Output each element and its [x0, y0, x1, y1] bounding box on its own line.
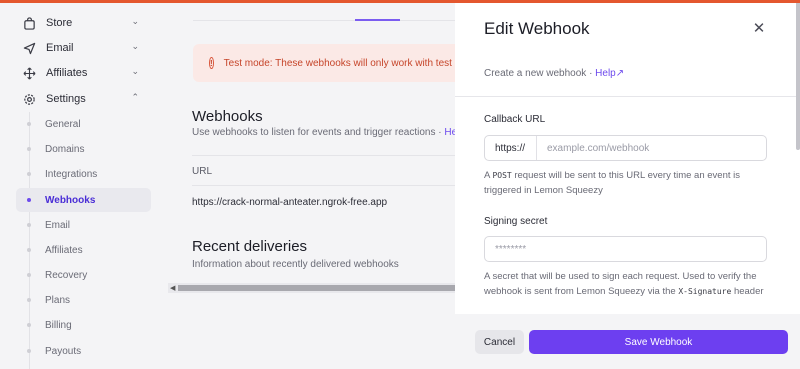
sidebar-item-label: Affiliates — [46, 67, 88, 79]
panel-title: Edit Webhook — [484, 19, 590, 38]
send-icon — [22, 41, 36, 55]
close-icon: ✕ — [752, 20, 766, 37]
sidebar-item-settings[interactable]: Settings ⌃ — [22, 88, 147, 110]
gear-icon — [22, 92, 36, 106]
url-prefix: https:// — [485, 136, 537, 160]
test-mode-alert: ! Test mode: These webhooks will only wo… — [193, 44, 455, 82]
bullet-icon — [27, 172, 31, 176]
sidebar-subitem-domains[interactable]: Domains — [16, 137, 151, 161]
bullet-icon — [27, 248, 31, 252]
chevron-down-icon: ⌄ — [131, 66, 139, 76]
bullet-icon — [27, 349, 31, 353]
sidebar-subitem-general[interactable]: General — [16, 112, 151, 136]
sidebar-subitem-integrations[interactable]: Integrations — [16, 162, 151, 186]
sidebar-item-label: Settings — [46, 93, 86, 105]
table-divider — [192, 185, 455, 186]
chevron-down-icon: ⌄ — [131, 41, 139, 51]
bullet-icon — [27, 223, 31, 227]
info-icon: ! — [209, 57, 214, 69]
edit-webhook-panel: Edit Webhook ✕ Create a new webhook · He… — [455, 0, 800, 369]
sidebar-subitem-billing[interactable]: Billing — [16, 313, 151, 337]
active-tab-indicator — [355, 19, 400, 21]
section-title-webhooks: Webhooks — [192, 108, 263, 125]
sidebar-item-store[interactable]: Store ⌄ — [22, 12, 147, 34]
main-content: ! Test mode: These webhooks will only wo… — [165, 0, 473, 369]
callback-url-input[interactable]: example.com/webhook — [537, 143, 649, 154]
section-desc-webhooks: Use webhooks to listen for events and tr… — [192, 127, 473, 138]
sidebar-subitem-email[interactable]: Email — [16, 213, 151, 237]
panel-divider — [455, 96, 800, 97]
move-icon — [22, 66, 36, 80]
signing-secret-input[interactable]: ******** — [484, 236, 767, 262]
sidebar-item-label: Store — [46, 17, 73, 29]
horizontal-scrollbar[interactable]: ◀ — [168, 283, 455, 293]
table-divider — [192, 155, 455, 156]
sidebar-item-label: Email — [46, 42, 74, 54]
section-desc-recent: Information about recently delivered web… — [192, 259, 399, 270]
callback-url-field[interactable]: https:// example.com/webhook — [484, 135, 767, 161]
external-link-icon: ↗ — [615, 68, 625, 79]
panel-subtitle: Create a new webhook · Help↗ — [484, 68, 625, 79]
bullet-icon — [27, 122, 31, 126]
save-webhook-button[interactable]: Save Webhook — [529, 330, 788, 354]
bag-icon — [22, 16, 36, 30]
tab-divider — [193, 20, 455, 21]
scrollbar-thumb[interactable] — [178, 285, 455, 291]
bullet-icon — [27, 323, 31, 327]
signing-secret-hint: A secret that will be used to sign each … — [484, 271, 764, 297]
signing-secret-label: Signing secret — [484, 216, 548, 227]
bullet-icon — [27, 273, 31, 277]
table-header-url: URL — [192, 166, 213, 177]
close-button[interactable]: ✕ — [749, 18, 769, 38]
top-accent-bar — [0, 0, 800, 3]
sidebar-subitem-payouts[interactable]: Payouts — [16, 339, 151, 363]
inline-code: X-Signature — [678, 287, 732, 296]
help-link[interactable]: Help — [595, 68, 616, 79]
sidebar-item-affiliates[interactable]: Affiliates ⌄ — [22, 62, 147, 84]
alert-text: Test mode: These webhooks will only work… — [223, 57, 455, 69]
sidebar-item-email[interactable]: Email ⌄ — [22, 37, 147, 59]
scroll-left-icon[interactable]: ◀ — [170, 284, 175, 292]
webhook-url-row[interactable]: https://crack-normal-anteater.ngrok-free… — [192, 197, 387, 208]
bullet-icon — [27, 298, 31, 302]
sidebar-subitem-recovery[interactable]: Recovery — [16, 263, 151, 287]
sidebar-subitem-webhooks[interactable]: Webhooks — [16, 188, 151, 212]
cancel-button[interactable]: Cancel — [475, 330, 524, 354]
bullet-icon — [27, 198, 31, 202]
sidebar: Store ⌄ Email ⌄ Affiliates ⌄ Settings ⌃ … — [0, 0, 165, 369]
vertical-scrollbar[interactable] — [796, 0, 800, 150]
signing-secret-placeholder: ******** — [495, 243, 527, 255]
chevron-up-icon: ⌃ — [131, 92, 139, 102]
sidebar-subitem-plans[interactable]: Plans — [16, 288, 151, 312]
sidebar-subitem-affiliates[interactable]: Affiliates — [16, 238, 151, 262]
callback-url-label: Callback URL — [484, 114, 546, 125]
panel-footer: Cancel Save Webhook — [455, 314, 800, 369]
section-title-recent: Recent deliveries — [192, 238, 308, 255]
callback-url-hint: A POST request will be sent to this URL … — [484, 170, 740, 196]
inline-code: POST — [492, 171, 512, 180]
bullet-icon — [27, 147, 31, 151]
chevron-down-icon: ⌄ — [131, 16, 139, 26]
